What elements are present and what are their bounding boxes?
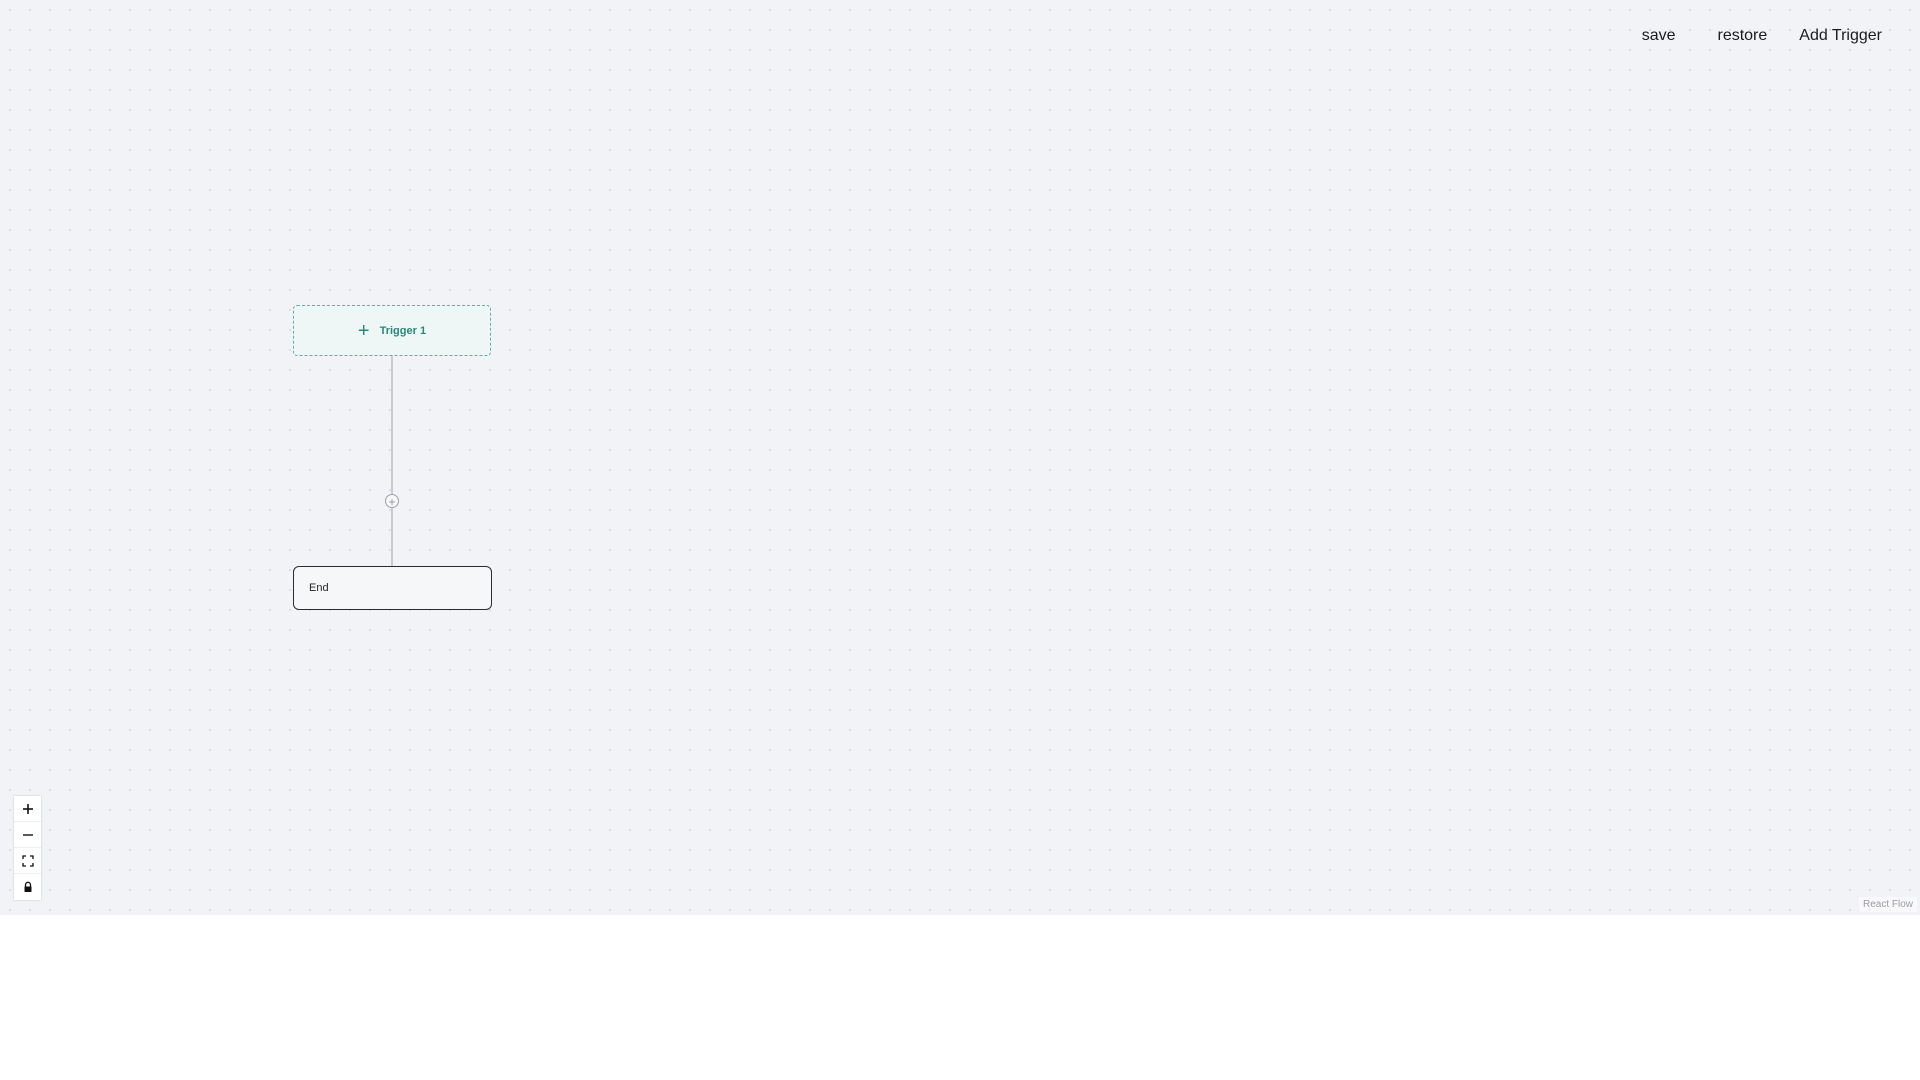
trigger-node[interactable]: + Trigger 1 (293, 305, 491, 356)
plus-icon (22, 803, 33, 814)
minus-icon (22, 833, 33, 836)
end-node[interactable]: End (293, 566, 492, 610)
trigger-node-label: Trigger 1 (379, 324, 427, 337)
fit-view-button[interactable] (14, 848, 41, 874)
zoom-out-button[interactable] (14, 822, 41, 848)
react-flow-attribution[interactable]: React Flow (1858, 897, 1917, 912)
flow-edges (391, 356, 393, 566)
zoom-in-button[interactable] (14, 796, 41, 822)
end-node-label: End (309, 582, 329, 594)
fit-view-icon (21, 854, 34, 867)
edge-add-button[interactable] (385, 494, 399, 508)
lock-icon (24, 881, 31, 892)
flow-controls (14, 796, 41, 900)
plus-circle-icon (389, 499, 395, 505)
flow-canvas[interactable]: save restore Add Trigger + Trigger 1 End (0, 0, 1920, 915)
plus-icon: + (357, 319, 370, 342)
lock-button[interactable] (14, 874, 41, 900)
